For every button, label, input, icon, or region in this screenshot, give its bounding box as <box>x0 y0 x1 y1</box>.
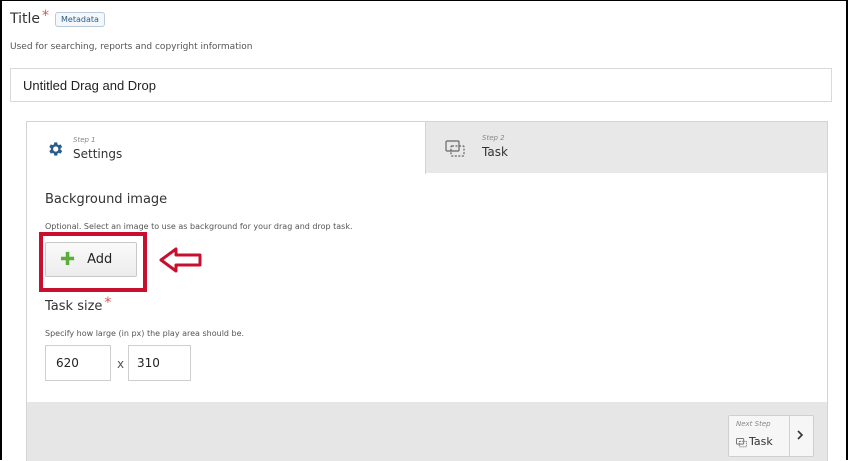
tab-task-label: Task <box>482 145 508 159</box>
tab-settings[interactable]: Step 1 Settings <box>27 122 426 174</box>
highlight-box <box>39 232 147 292</box>
editor-panel: Step 1 Settings Step 2 Task Background i… <box>26 121 828 461</box>
title-field-header: Title * Metadata <box>10 8 105 27</box>
next-step-label: Next Step <box>736 420 771 428</box>
next-step-divider <box>789 416 790 456</box>
tab-settings-step: Step 1 <box>73 136 96 144</box>
title-required-mark: * <box>42 8 50 24</box>
task-size-title: Task size * <box>45 296 111 314</box>
background-image-help: Optional. Select an image to use as back… <box>45 222 353 231</box>
task-height-value: 310 <box>137 356 160 370</box>
background-image-title: Background image <box>45 192 168 207</box>
frame-top-border <box>0 0 848 1</box>
task-height-input[interactable]: 310 <box>128 345 191 381</box>
task-icon <box>445 140 465 157</box>
task-width-input[interactable]: 620 <box>45 345 111 381</box>
size-separator: x <box>117 357 125 371</box>
next-step-button[interactable]: Next Step Task <box>728 415 814 457</box>
task-width-value: 620 <box>56 356 79 370</box>
tab-task[interactable]: Step 2 Task <box>426 122 827 173</box>
frame-right-border <box>846 0 848 460</box>
title-description: Used for searching, reports and copyrigh… <box>10 42 253 52</box>
chevron-right-icon <box>797 430 804 440</box>
settings-content: Background image Optional. Select an ima… <box>27 174 827 402</box>
title-input[interactable]: Untitled Drag and Drop <box>10 68 832 102</box>
metadata-button[interactable]: Metadata <box>55 11 105 27</box>
tab-task-step: Step 2 <box>482 134 505 142</box>
gear-icon <box>49 142 63 156</box>
task-icon <box>736 438 747 448</box>
title-input-value: Untitled Drag and Drop <box>23 77 156 93</box>
task-size-help: Specify how large (in px) the play area … <box>45 329 245 338</box>
task-size-required-mark: * <box>104 295 112 311</box>
left-arrow-icon <box>159 247 202 273</box>
tab-settings-label: Settings <box>73 147 123 161</box>
frame-left-border <box>0 0 2 460</box>
next-step-target: Task <box>749 435 773 448</box>
panel-footer: Next Step Task <box>27 402 827 461</box>
title-label: Title <box>10 11 41 27</box>
task-size-title-text: Task size <box>45 299 103 314</box>
step-tab-bar: Step 1 Settings Step 2 Task <box>27 122 827 174</box>
